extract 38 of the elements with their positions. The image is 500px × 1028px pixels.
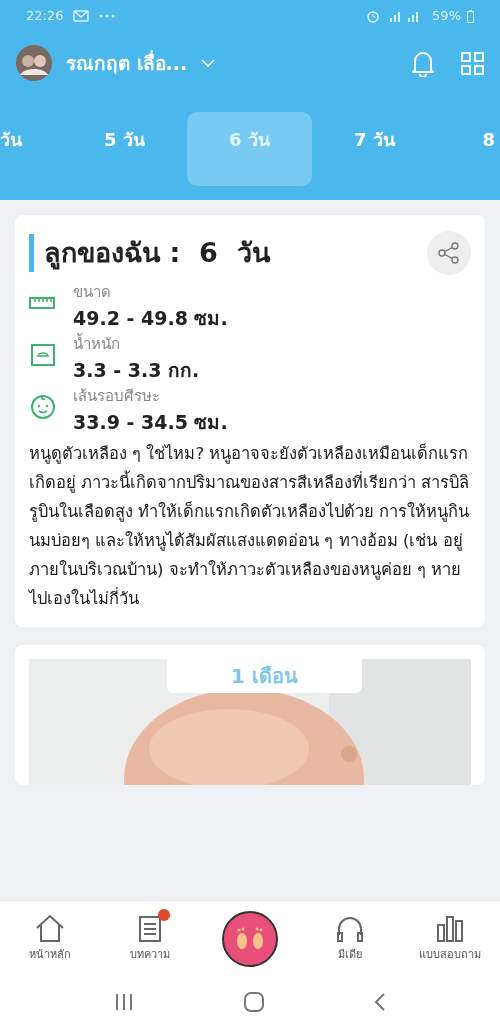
- share-button[interactable]: [427, 231, 471, 275]
- recents-icon[interactable]: [114, 993, 135, 1011]
- day-tab[interactable]: 8: [437, 112, 499, 186]
- battery-icon: [467, 9, 474, 23]
- day-tab[interactable]: 6 วัน: [187, 112, 312, 186]
- day-tab[interactable]: วัน: [0, 112, 62, 186]
- chevron-down-icon[interactable]: [201, 59, 216, 67]
- status-time: 22:26: [26, 7, 64, 26]
- scale-icon: [29, 341, 57, 369]
- alarm-icon: [366, 9, 381, 23]
- mail-icon: [73, 10, 90, 22]
- back-icon[interactable]: [373, 992, 386, 1012]
- footprints-button[interactable]: [222, 910, 278, 967]
- metric-label: ขนาด: [73, 282, 112, 303]
- nav-item[interactable]: หน้าหลัก: [5, 913, 95, 964]
- card-title: ลูกของฉัน : 6 วัน: [44, 235, 270, 272]
- more-icon: [99, 14, 116, 18]
- baby-face-icon: [29, 393, 57, 421]
- nav-item[interactable]: แบบสอบถาม: [405, 913, 495, 964]
- grid-icon[interactable]: [461, 51, 484, 75]
- home-button-icon[interactable]: [243, 991, 265, 1013]
- avatar[interactable]: [16, 45, 52, 81]
- day-tab[interactable]: 7 วัน: [312, 112, 437, 186]
- ruler-icon: [29, 297, 57, 309]
- description-text: หนูดูตัวเหลือง ๆ ใช่ไหม? หนูอาจจะยังตัวเหลืองเหมือนเด็กแรกเกิดอยู่ ภาวะนี้เกิดจากปริมาณของสารสีเหลืองที่เรียกว่า สารบิลิรูบินในเลือดสูง ทำให้เด็กแรกเกิดตัวเหลืองไปด้วย การให้หนูกินนมบ่อยๆ และให้หนูได้สัมผัสแสงแดดอ่อน ๆ ทางอ้อม (เช่น อยู่ภายในบริเวณบ้าน) จะทำให้ภาวะตัวเหลืองของหนูค่อย ๆ หายไปเองในไม่กี่วัน: [29, 442, 471, 610]
- day-tab[interactable]: 5 วัน: [62, 112, 187, 186]
- profile-name[interactable]: รณกฤต เลื่อ...: [66, 48, 188, 78]
- notification-icon[interactable]: [411, 49, 435, 77]
- metric-value: 49.2 - 49.8 ซม.: [73, 306, 228, 331]
- share-icon: [438, 242, 460, 264]
- metric-value: 33.9 - 34.5 ซม.: [73, 410, 228, 435]
- nav-item[interactable]: มีเดีย: [305, 913, 395, 964]
- metric-label: น้ำหนัก: [73, 333, 121, 355]
- nav-item[interactable]: บทความ: [105, 913, 195, 964]
- month-label: 1 เดือน: [167, 659, 362, 693]
- battery-percent: 59%: [432, 7, 461, 26]
- metric-label: เส้นรอบศีรษะ: [73, 386, 161, 407]
- metric-value: 3.3 - 3.3 กก.: [73, 358, 200, 383]
